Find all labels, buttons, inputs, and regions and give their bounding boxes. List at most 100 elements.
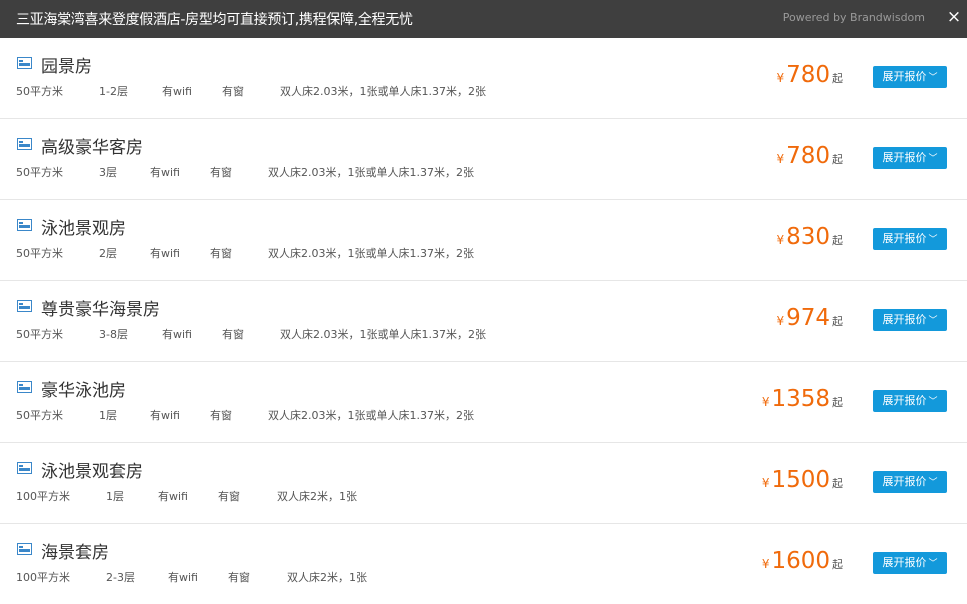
price-suffix: 起 bbox=[832, 234, 843, 247]
currency-symbol: ¥ bbox=[776, 233, 785, 247]
expand-quote-button[interactable]: 展开报价 ﹀ bbox=[873, 471, 947, 493]
room-window: 有窗 bbox=[210, 247, 232, 260]
room-bed: 双人床2.03米，1张或单人床1.37米，2张 bbox=[268, 409, 474, 422]
room-price: ¥1358 起 bbox=[762, 386, 843, 412]
expand-quote-button[interactable]: 展开报价 ﹀ bbox=[873, 390, 947, 412]
room-name: 高级豪华客房 bbox=[41, 138, 143, 158]
price-suffix: 起 bbox=[832, 153, 843, 166]
room-specs: 100平方米 2-3层 有wifi 有窗 双人床2米，1张 bbox=[16, 569, 367, 585]
room-row: 豪华泳池房 50平方米 1层 有wifi 有窗 双人床2.03米，1张或单人床1… bbox=[0, 362, 967, 443]
currency-symbol: ¥ bbox=[761, 557, 770, 571]
room-area: 100平方米 bbox=[16, 571, 70, 584]
room-area: 100平方米 bbox=[16, 490, 70, 503]
room-area: 50平方米 bbox=[16, 85, 63, 98]
room-specs: 50平方米 1层 有wifi 有窗 双人床2.03米，1张或单人床1.37米，2… bbox=[16, 407, 474, 423]
room-floor: 3层 bbox=[99, 166, 117, 179]
price-amount: 974 bbox=[786, 305, 830, 331]
room-bed: 双人床2米，1张 bbox=[287, 571, 367, 584]
currency-symbol: ¥ bbox=[776, 71, 785, 85]
expand-quote-button[interactable]: 展开报价 ﹀ bbox=[873, 228, 947, 250]
bed-icon bbox=[17, 138, 32, 150]
room-row: 高级豪华客房 50平方米 3层 有wifi 有窗 双人床2.03米，1张或单人床… bbox=[0, 119, 967, 200]
expand-quote-label: 展开报价 bbox=[882, 151, 927, 164]
room-bed: 双人床2.03米，1张或单人床1.37米，2张 bbox=[268, 166, 474, 179]
room-row: 尊贵豪华海景房 50平方米 3-8层 有wifi 有窗 双人床2.03米，1张或… bbox=[0, 281, 967, 362]
room-name: 泳池景观房 bbox=[41, 219, 126, 239]
room-wifi: 有wifi bbox=[150, 166, 180, 179]
chevron-down-icon: ﹀ bbox=[928, 73, 938, 83]
chevron-down-icon: ﹀ bbox=[928, 154, 938, 164]
price-suffix: 起 bbox=[832, 396, 843, 409]
room-bed: 双人床2米，1张 bbox=[277, 490, 357, 503]
chevron-down-icon: ﹀ bbox=[928, 397, 938, 407]
expand-quote-label: 展开报价 bbox=[882, 313, 927, 326]
room-specs: 50平方米 3-8层 有wifi 有窗 双人床2.03米，1张或单人床1.37米… bbox=[16, 326, 486, 342]
room-name: 泳池景观套房 bbox=[41, 462, 143, 482]
room-floor: 1层 bbox=[99, 409, 117, 422]
room-price: ¥780 起 bbox=[776, 143, 843, 169]
room-wifi: 有wifi bbox=[162, 85, 192, 98]
room-area: 50平方米 bbox=[16, 166, 63, 179]
currency-symbol: ¥ bbox=[761, 395, 770, 409]
room-wifi: 有wifi bbox=[162, 328, 192, 341]
room-bed: 双人床2.03米，1张或单人床1.37米，2张 bbox=[280, 328, 486, 341]
room-window: 有窗 bbox=[222, 328, 244, 341]
expand-quote-label: 展开报价 bbox=[882, 70, 927, 83]
bed-icon bbox=[17, 57, 32, 69]
close-icon[interactable]: × bbox=[943, 6, 965, 28]
price-amount: 830 bbox=[786, 224, 830, 250]
room-window: 有窗 bbox=[218, 490, 240, 503]
header-bar: 三亚海棠湾喜来登度假酒店-房型均可直接预订,携程保障,全程无忧 Powered … bbox=[0, 0, 967, 38]
room-window: 有窗 bbox=[210, 409, 232, 422]
room-price: ¥974 起 bbox=[776, 305, 843, 331]
currency-symbol: ¥ bbox=[776, 314, 785, 328]
chevron-down-icon: ﹀ bbox=[928, 478, 938, 488]
room-price: ¥780 起 bbox=[776, 62, 843, 88]
room-row: 泳池景观套房 100平方米 1层 有wifi 有窗 双人床2米，1张 ¥1500… bbox=[0, 443, 967, 524]
room-name: 园景房 bbox=[41, 57, 92, 77]
room-row: 海景套房 100平方米 2-3层 有wifi 有窗 双人床2米，1张 ¥1600… bbox=[0, 524, 967, 604]
room-wifi: 有wifi bbox=[150, 409, 180, 422]
room-name: 尊贵豪华海景房 bbox=[41, 300, 160, 320]
room-floor: 1层 bbox=[106, 490, 124, 503]
expand-quote-label: 展开报价 bbox=[882, 394, 927, 407]
price-amount: 1600 bbox=[771, 548, 830, 574]
chevron-down-icon: ﹀ bbox=[928, 235, 938, 245]
room-row: 园景房 50平方米 1-2层 有wifi 有窗 双人床2.03米，1张或单人床1… bbox=[0, 38, 967, 119]
room-name: 豪华泳池房 bbox=[41, 381, 126, 401]
room-specs: 50平方米 3层 有wifi 有窗 双人床2.03米，1张或单人床1.37米，2… bbox=[16, 164, 474, 180]
room-name: 海景套房 bbox=[41, 543, 109, 563]
expand-quote-button[interactable]: 展开报价 ﹀ bbox=[873, 309, 947, 331]
room-floor: 1-2层 bbox=[99, 85, 128, 98]
price-suffix: 起 bbox=[832, 558, 843, 571]
room-list: 园景房 50平方米 1-2层 有wifi 有窗 双人床2.03米，1张或单人床1… bbox=[0, 38, 967, 604]
bed-icon bbox=[17, 300, 32, 312]
price-amount: 1500 bbox=[771, 467, 830, 493]
powered-by: Powered by Brandwisdom bbox=[782, 11, 925, 24]
room-window: 有窗 bbox=[210, 166, 232, 179]
room-row: 泳池景观房 50平方米 2层 有wifi 有窗 双人床2.03米，1张或单人床1… bbox=[0, 200, 967, 281]
price-amount: 1358 bbox=[771, 386, 830, 412]
expand-quote-button[interactable]: 展开报价 ﹀ bbox=[873, 552, 947, 574]
room-wifi: 有wifi bbox=[150, 247, 180, 260]
expand-quote-button[interactable]: 展开报价 ﹀ bbox=[873, 147, 947, 169]
price-suffix: 起 bbox=[832, 72, 843, 85]
room-area: 50平方米 bbox=[16, 247, 63, 260]
chevron-down-icon: ﹀ bbox=[928, 316, 938, 326]
room-bed: 双人床2.03米，1张或单人床1.37米，2张 bbox=[280, 85, 486, 98]
room-floor: 2-3层 bbox=[106, 571, 135, 584]
room-specs: 100平方米 1层 有wifi 有窗 双人床2米，1张 bbox=[16, 488, 357, 504]
hotel-title: 三亚海棠湾喜来登度假酒店-房型均可直接预订,携程保障,全程无忧 bbox=[16, 12, 413, 28]
expand-quote-label: 展开报价 bbox=[882, 556, 927, 569]
room-specs: 50平方米 2层 有wifi 有窗 双人床2.03米，1张或单人床1.37米，2… bbox=[16, 245, 474, 261]
bed-icon bbox=[17, 381, 32, 393]
room-area: 50平方米 bbox=[16, 409, 63, 422]
room-area: 50平方米 bbox=[16, 328, 63, 341]
room-wifi: 有wifi bbox=[168, 571, 198, 584]
price-suffix: 起 bbox=[832, 477, 843, 490]
room-price: ¥1500 起 bbox=[762, 467, 843, 493]
room-window: 有窗 bbox=[222, 85, 244, 98]
expand-quote-button[interactable]: 展开报价 ﹀ bbox=[873, 66, 947, 88]
room-bed: 双人床2.03米，1张或单人床1.37米，2张 bbox=[268, 247, 474, 260]
price-amount: 780 bbox=[786, 62, 830, 88]
